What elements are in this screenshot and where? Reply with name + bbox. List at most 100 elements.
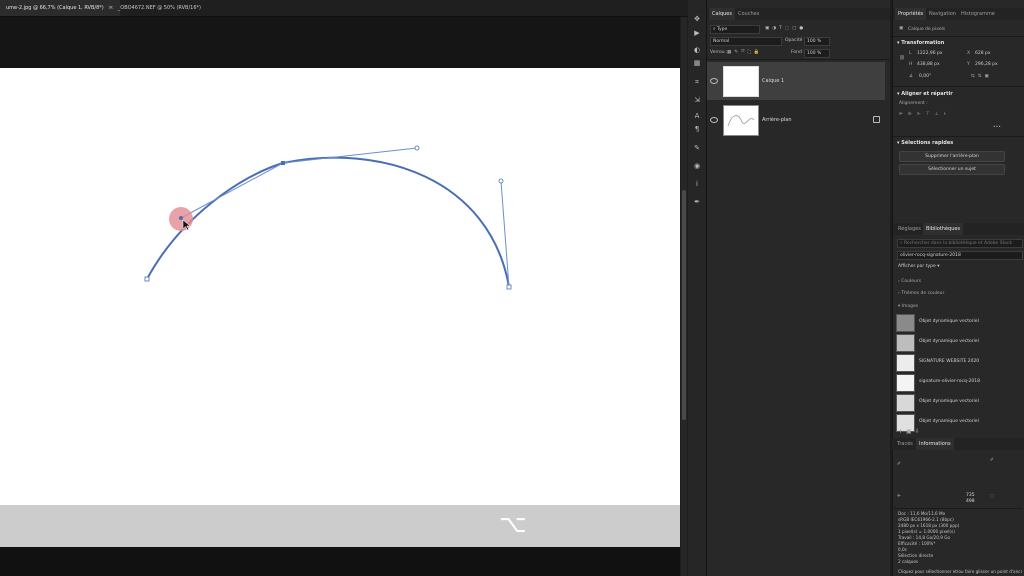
info-scratch: Travail : 14,8 Go/20,9 Go bbox=[898, 535, 951, 540]
paragraph-icon[interactable]: ¶ bbox=[692, 124, 702, 134]
link-icon[interactable]: ⛓ bbox=[899, 56, 905, 61]
fill-field[interactable]: 100 % bbox=[804, 49, 830, 58]
canvas-lower-band bbox=[0, 505, 680, 547]
item-name: signature-olivier-rocq-2018 bbox=[919, 379, 980, 384]
tab-informations[interactable]: Informations bbox=[916, 438, 954, 450]
play-icon[interactable]: ▶ bbox=[692, 28, 702, 38]
divider bbox=[893, 86, 1024, 87]
eye-icon[interactable] bbox=[710, 78, 718, 84]
scrollbar-thumb[interactable] bbox=[682, 190, 686, 420]
more-icon[interactable]: ••• bbox=[993, 125, 1001, 130]
document-tab[interactable]: × _OBO4672.NEF @ 50% (RVB/16*) bbox=[102, 0, 207, 16]
layer-name: Calque 1 bbox=[762, 78, 785, 84]
anchor-point-selected bbox=[281, 161, 285, 165]
angle-value[interactable]: 0,00° bbox=[919, 74, 931, 79]
layers-tabs: Calques Couches bbox=[707, 8, 890, 20]
color-icon[interactable]: ◉ bbox=[692, 161, 702, 171]
flip-icons[interactable]: ⇆⇅▣ bbox=[971, 74, 992, 79]
move-icon[interactable]: ✥ bbox=[692, 14, 702, 24]
info-icon[interactable]: i bbox=[692, 179, 702, 189]
grid-icon[interactable]: ▦ bbox=[692, 58, 702, 68]
y-value[interactable]: 296,28 px bbox=[975, 62, 998, 67]
section-images[interactable]: ▾ Images bbox=[898, 304, 918, 309]
anchor-point bbox=[144, 276, 150, 282]
tab-histogramme[interactable]: Histogramme bbox=[958, 8, 998, 20]
opacity-field[interactable]: 100 % bbox=[804, 37, 830, 46]
lock-icons[interactable]: ▦✎⤧⛶🔒 bbox=[727, 49, 762, 57]
quick-actions-heading[interactable]: ▾ Sélections rapides bbox=[897, 140, 953, 146]
handle-point bbox=[414, 145, 420, 151]
layer-row-calque-1[interactable]: Calque 1 bbox=[707, 62, 885, 100]
handle-point bbox=[179, 216, 183, 220]
library-item[interactable]: Objet dynamique vectoriel bbox=[896, 333, 1020, 352]
layer-row-arriere-plan[interactable]: Arrière-plan bbox=[707, 101, 885, 139]
tab-traces[interactable]: Tracés bbox=[894, 438, 916, 450]
library-select[interactable]: olivier-rocq-signature-2018 bbox=[897, 251, 1023, 260]
transform-icon[interactable]: ⇲ bbox=[692, 95, 702, 105]
library-item[interactable]: Objet dynamique vectoriel bbox=[896, 313, 1020, 332]
layer-thumbnail bbox=[723, 66, 759, 97]
close-icon[interactable]: × bbox=[108, 5, 112, 11]
bezier-path-overlay[interactable] bbox=[0, 68, 680, 505]
item-thumbnail bbox=[896, 374, 915, 392]
item-name: Objet dynamique vectoriel bbox=[919, 419, 979, 424]
tab-navigation[interactable]: Navigation bbox=[926, 8, 959, 20]
blend-mode-select[interactable]: Normal bbox=[710, 37, 782, 46]
signature-thumbnail-icon bbox=[727, 115, 755, 127]
layer-name: Arrière-plan bbox=[762, 117, 792, 123]
item-thumbnail bbox=[896, 394, 915, 412]
align-icons[interactable]: ⊫⊪⊩⊤⊥⊦ bbox=[899, 112, 951, 117]
crop-icon[interactable]: ⌗ bbox=[692, 77, 702, 87]
coord-y: 498 bbox=[966, 499, 975, 504]
info-profile: sRGB IEC61966-2.1 (8bpc) bbox=[898, 517, 954, 522]
tab-bibliotheques[interactable]: Bibliothèques bbox=[923, 223, 964, 235]
item-thumbnail bbox=[896, 354, 915, 372]
library-search-input[interactable]: ⌕ Rechercher dans la bibliothèque et Ado… bbox=[897, 239, 1023, 248]
document-tab-bar: ume-2.jpg @ 66,7% (Calque 1, RVB/8*) × ×… bbox=[0, 0, 688, 17]
y-label: Y bbox=[967, 62, 970, 67]
layer-filter-select[interactable]: ⌕ Type bbox=[710, 25, 760, 34]
section-couleurs[interactable]: › Couleurs bbox=[898, 279, 921, 284]
eye-icon[interactable] bbox=[710, 117, 718, 123]
library-item[interactable]: signature-olivier-rocq-2018 bbox=[896, 373, 1020, 392]
info-dimensions: 2480 px x 1618 px (300 ppp) bbox=[898, 523, 960, 528]
library-item[interactable]: SIGNATURE WEBSITE 2020 bbox=[896, 353, 1020, 372]
info-efficiency: Efficacité : 100%* bbox=[898, 541, 936, 546]
properties-panel: Propriétés Navigation Histogramme ▣ Calq… bbox=[892, 0, 1024, 576]
crosshair-icon: ✛ bbox=[897, 494, 901, 499]
layer-filter-icons[interactable]: ▣◑T⬚▢● bbox=[765, 25, 806, 33]
divider bbox=[894, 508, 1022, 509]
info-status-hint: Cliquez pour sélectionner et/ou faire gl… bbox=[898, 569, 1022, 574]
section-themes[interactable]: › Thèmes de couleur bbox=[898, 291, 944, 296]
tab-calques[interactable]: Calques bbox=[709, 8, 735, 20]
item-name: SIGNATURE WEBSITE 2020 bbox=[919, 359, 980, 364]
x-value[interactable]: 628 px bbox=[975, 51, 991, 56]
width-label: L bbox=[909, 51, 912, 56]
remove-background-button[interactable]: Supprimer l'arrière-plan bbox=[899, 151, 1005, 162]
library-add-icons[interactable]: +▣⇩ bbox=[898, 428, 923, 435]
x-label: X bbox=[967, 51, 971, 56]
tab-proprietes[interactable]: Propriétés bbox=[895, 8, 927, 20]
info-doc-size: Doc : 11,6 Mo/11,6 Mo bbox=[898, 511, 946, 516]
adjust-icon[interactable]: ◐ bbox=[692, 45, 702, 55]
document-canvas[interactable] bbox=[0, 68, 680, 505]
info-tabs: Tracés Informations bbox=[892, 438, 1024, 450]
library-item[interactable]: Objet dynamique vectoriel bbox=[896, 393, 1020, 412]
align-heading[interactable]: ▾ Aligner et répartir bbox=[897, 91, 953, 97]
tab-reglages[interactable]: Réglages bbox=[895, 223, 924, 235]
view-by-dropdown[interactable]: Afficher par type ▾ bbox=[898, 264, 939, 269]
transform-heading[interactable]: ▾ Transformation bbox=[897, 40, 944, 46]
height-value[interactable]: 438,88 px bbox=[917, 62, 940, 67]
pen-icon[interactable]: ✒ bbox=[692, 197, 702, 207]
selection-size-icon: ⬚ bbox=[990, 494, 995, 499]
item-name: Objet dynamique vectoriel bbox=[919, 399, 979, 404]
width-value[interactable]: 1222,96 px bbox=[917, 51, 943, 56]
handle-line bbox=[282, 147, 418, 164]
select-subject-button[interactable]: Sélectionner un sujet bbox=[899, 164, 1005, 175]
tab-couches[interactable]: Couches bbox=[735, 8, 762, 20]
type-icon[interactable]: A bbox=[692, 111, 702, 121]
panel-tool-strip: ✥ ▶ ◐ ▦ ⌗ ⇲ A ¶ ✎ ◉ i ✒ bbox=[688, 0, 707, 576]
lock-icon[interactable] bbox=[873, 116, 880, 123]
info-pixel-ratio: 1 pixel(s) = 1,0000 pixel(s) bbox=[898, 529, 955, 534]
brush-icon[interactable]: ✎ bbox=[692, 143, 702, 153]
